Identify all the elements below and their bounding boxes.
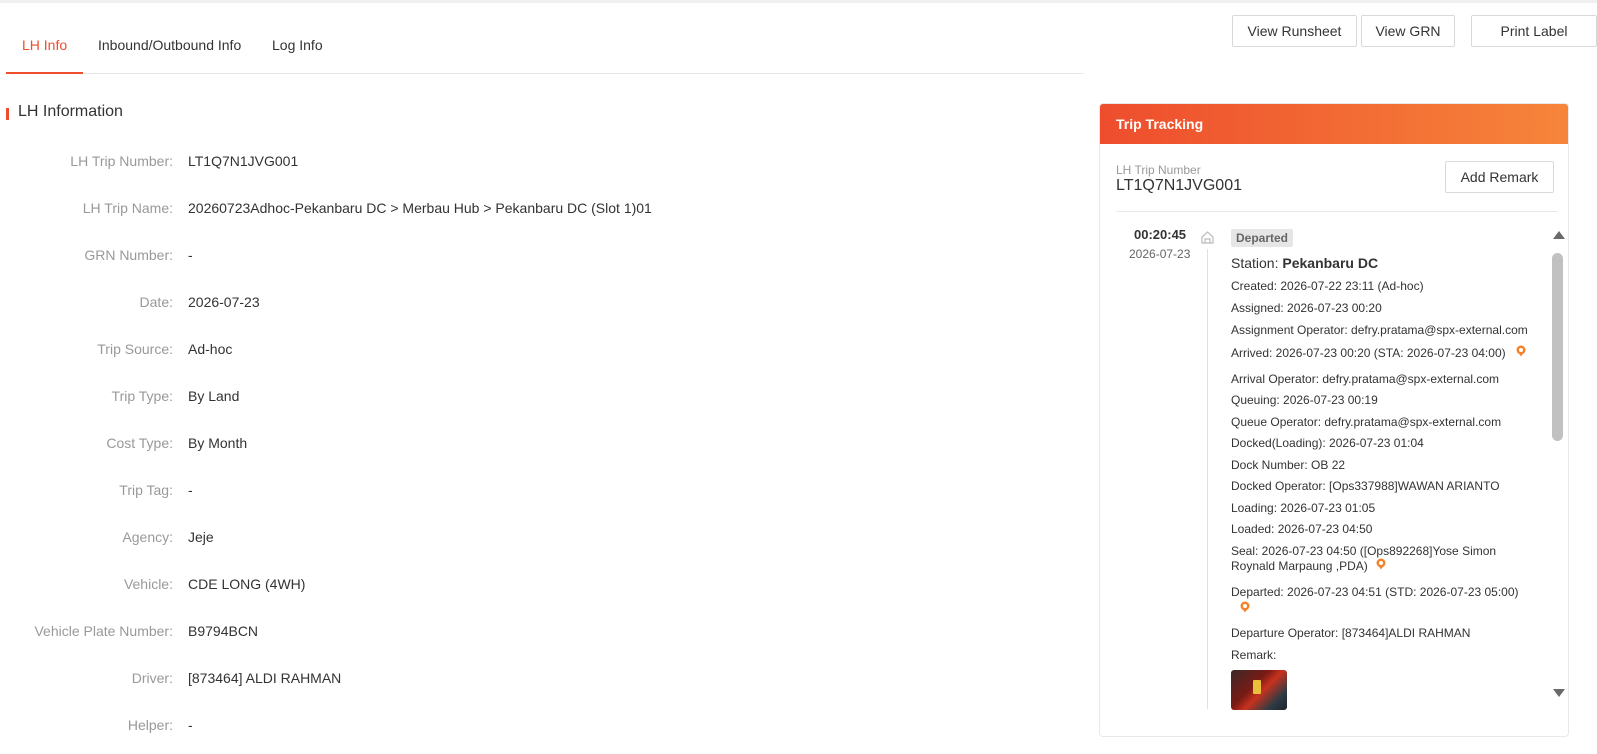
field-value: - <box>188 247 193 263</box>
field-row-vehicle-plate-number: Vehicle Plate Number: B9794BCN <box>0 623 1000 643</box>
field-row-grn-number: GRN Number: - <box>0 247 1000 267</box>
station-label: Station: <box>1231 255 1279 271</box>
trip-number-label: LH Trip Number <box>1116 163 1201 177</box>
location-pin-icon[interactable] <box>1375 558 1387 570</box>
field-label: Vehicle: <box>123 576 173 592</box>
tab-bar: LH Info Inbound/Outbound Info Log Info <box>5 18 1084 74</box>
event-dock-number: Dock Number: OB 22 <box>1231 458 1346 472</box>
top-border <box>0 0 1597 3</box>
scroll-down-arrow-icon[interactable] <box>1553 689 1565 697</box>
field-label: Date: <box>139 294 173 310</box>
tab-log-info[interactable]: Log Info <box>272 18 323 73</box>
timeline-date: 2026-07-23 <box>1129 247 1191 261</box>
field-value: - <box>188 717 193 733</box>
add-remark-button[interactable]: Add Remark <box>1445 161 1554 193</box>
event-remark: Remark: <box>1231 648 1277 662</box>
field-value: - <box>188 482 193 498</box>
location-pin-icon[interactable] <box>1239 601 1251 613</box>
field-value: LT1Q7N1JVG001 <box>188 153 299 169</box>
field-row-driver: Driver: [873464] ALDI RAHMAN <box>0 670 1000 690</box>
timeline-time: 00:20:45 <box>1134 227 1187 242</box>
event-docked-loading: Docked(Loading): 2026-07-23 01:04 <box>1231 436 1424 450</box>
field-row-helper: Helper: - <box>0 717 1000 737</box>
station-icon <box>1201 231 1214 244</box>
station-line: Station: Pekanbaru DC <box>1231 255 1378 271</box>
field-value: By Month <box>188 435 248 451</box>
field-value: CDE LONG (4WH) <box>188 576 306 592</box>
event-departed: Departed: 2026-07-23 04:51 (STD: 2026-07… <box>1231 585 1519 599</box>
field-label: Vehicle Plate Number: <box>34 623 173 639</box>
trip-tracking-header: Trip Tracking <box>1100 104 1568 144</box>
event-arrived-line: Arrived: 2026-07-23 00:20 (STA: 2026-07-… <box>1231 345 1527 360</box>
event-assignment-operator: Assignment Operator: defry.pratama@spx-e… <box>1231 323 1528 337</box>
event-queue-operator: Queue Operator: defry.pratama@spx-extern… <box>1231 415 1502 429</box>
event-queuing: Queuing: 2026-07-23 00:19 <box>1231 393 1378 407</box>
field-value: Ad-hoc <box>188 341 233 357</box>
scroll-up-arrow-icon[interactable] <box>1553 231 1565 239</box>
field-row-trip-type: Trip Type: By Land <box>0 388 1000 408</box>
event-seal-line: Seal: 2026-07-23 04:50 ([Ops892268]Yose … <box>1231 544 1527 574</box>
trip-tracking-panel: Trip Tracking LH Trip Number LT1Q7N1JVG0… <box>1099 103 1569 737</box>
field-label: Agency: <box>122 529 173 545</box>
section-title: LH Information <box>18 103 123 120</box>
scrollbar[interactable] <box>1551 231 1565 701</box>
view-runsheet-button[interactable]: View Runsheet <box>1232 15 1357 47</box>
event-seal: Seal: 2026-07-23 04:50 ([Ops892268]Yose … <box>1231 544 1497 573</box>
field-label: Driver: <box>131 670 173 686</box>
remark-photo-thumbnail[interactable] <box>1231 670 1287 710</box>
field-row-cost-type: Cost Type: By Month <box>0 435 1000 455</box>
location-pin-icon[interactable] <box>1515 345 1527 357</box>
field-label: GRN Number: <box>84 247 173 263</box>
tab-lh-info[interactable]: LH Info <box>5 18 84 74</box>
event-departed-line: Departed: 2026-07-23 04:51 (STD: 2026-07… <box>1231 585 1527 615</box>
field-value: B9794BCN <box>188 623 259 639</box>
event-arrived: Arrived: 2026-07-23 00:20 (STA: 2026-07-… <box>1231 346 1506 360</box>
event-loaded: Loaded: 2026-07-23 04:50 <box>1231 522 1373 536</box>
field-row-lh-trip-name: LH Trip Name: 20260723Adhoc-Pekanbaru DC… <box>0 200 1000 220</box>
field-row-agency: Agency: Jeje <box>0 529 1000 549</box>
divider <box>1116 211 1558 212</box>
field-row-vehicle: Vehicle: CDE LONG (4WH) <box>0 576 1000 596</box>
station-name: Pekanbaru DC <box>1282 255 1379 271</box>
view-grn-button[interactable]: View GRN <box>1361 15 1455 47</box>
print-label-button[interactable]: Print Label <box>1471 15 1597 47</box>
field-label: Trip Type: <box>111 388 173 404</box>
field-value: 20260723Adhoc-Pekanbaru DC > Merbau Hub … <box>188 200 652 216</box>
status-badge: Departed <box>1231 229 1294 247</box>
field-label: Trip Source: <box>97 341 173 357</box>
field-row-date: Date: 2026-07-23 <box>0 294 1000 314</box>
field-label: LH Trip Number: <box>70 153 173 169</box>
field-value: 2026-07-23 <box>188 294 260 310</box>
field-value: Jeje <box>188 529 214 545</box>
timeline-line <box>1207 249 1208 709</box>
event-arrival-operator: Arrival Operator: defry.pratama@spx-exte… <box>1231 372 1500 386</box>
field-row-lh-trip-number: LH Trip Number: LT1Q7N1JVG001 <box>0 153 1000 173</box>
field-label: LH Trip Name: <box>82 200 173 216</box>
event-assigned: Assigned: 2026-07-23 00:20 <box>1231 301 1382 315</box>
field-value: [873464] ALDI RAHMAN <box>188 670 342 686</box>
field-row-trip-source: Trip Source: Ad-hoc <box>0 341 1000 361</box>
event-docked-operator: Docked Operator: [Ops337988]WAWAN ARIANT… <box>1231 479 1500 493</box>
tab-inbound-outbound-info[interactable]: Inbound/Outbound Info <box>98 18 241 73</box>
trip-number-value: LT1Q7N1JVG001 <box>1116 177 1242 194</box>
field-label: Trip Tag: <box>119 482 173 498</box>
field-label: Helper: <box>127 717 173 733</box>
event-departure-operator: Departure Operator: [873464]ALDI RAHMAN <box>1231 626 1471 640</box>
field-value: By Land <box>188 388 240 404</box>
scrollbar-thumb[interactable] <box>1552 253 1563 441</box>
event-created: Created: 2026-07-22 23:11 (Ad-hoc) <box>1231 279 1424 293</box>
field-row-trip-tag: Trip Tag: - <box>0 482 1000 502</box>
event-loading: Loading: 2026-07-23 01:05 <box>1231 501 1376 515</box>
section-accent-bar <box>6 108 9 120</box>
field-label: Cost Type: <box>106 435 173 451</box>
